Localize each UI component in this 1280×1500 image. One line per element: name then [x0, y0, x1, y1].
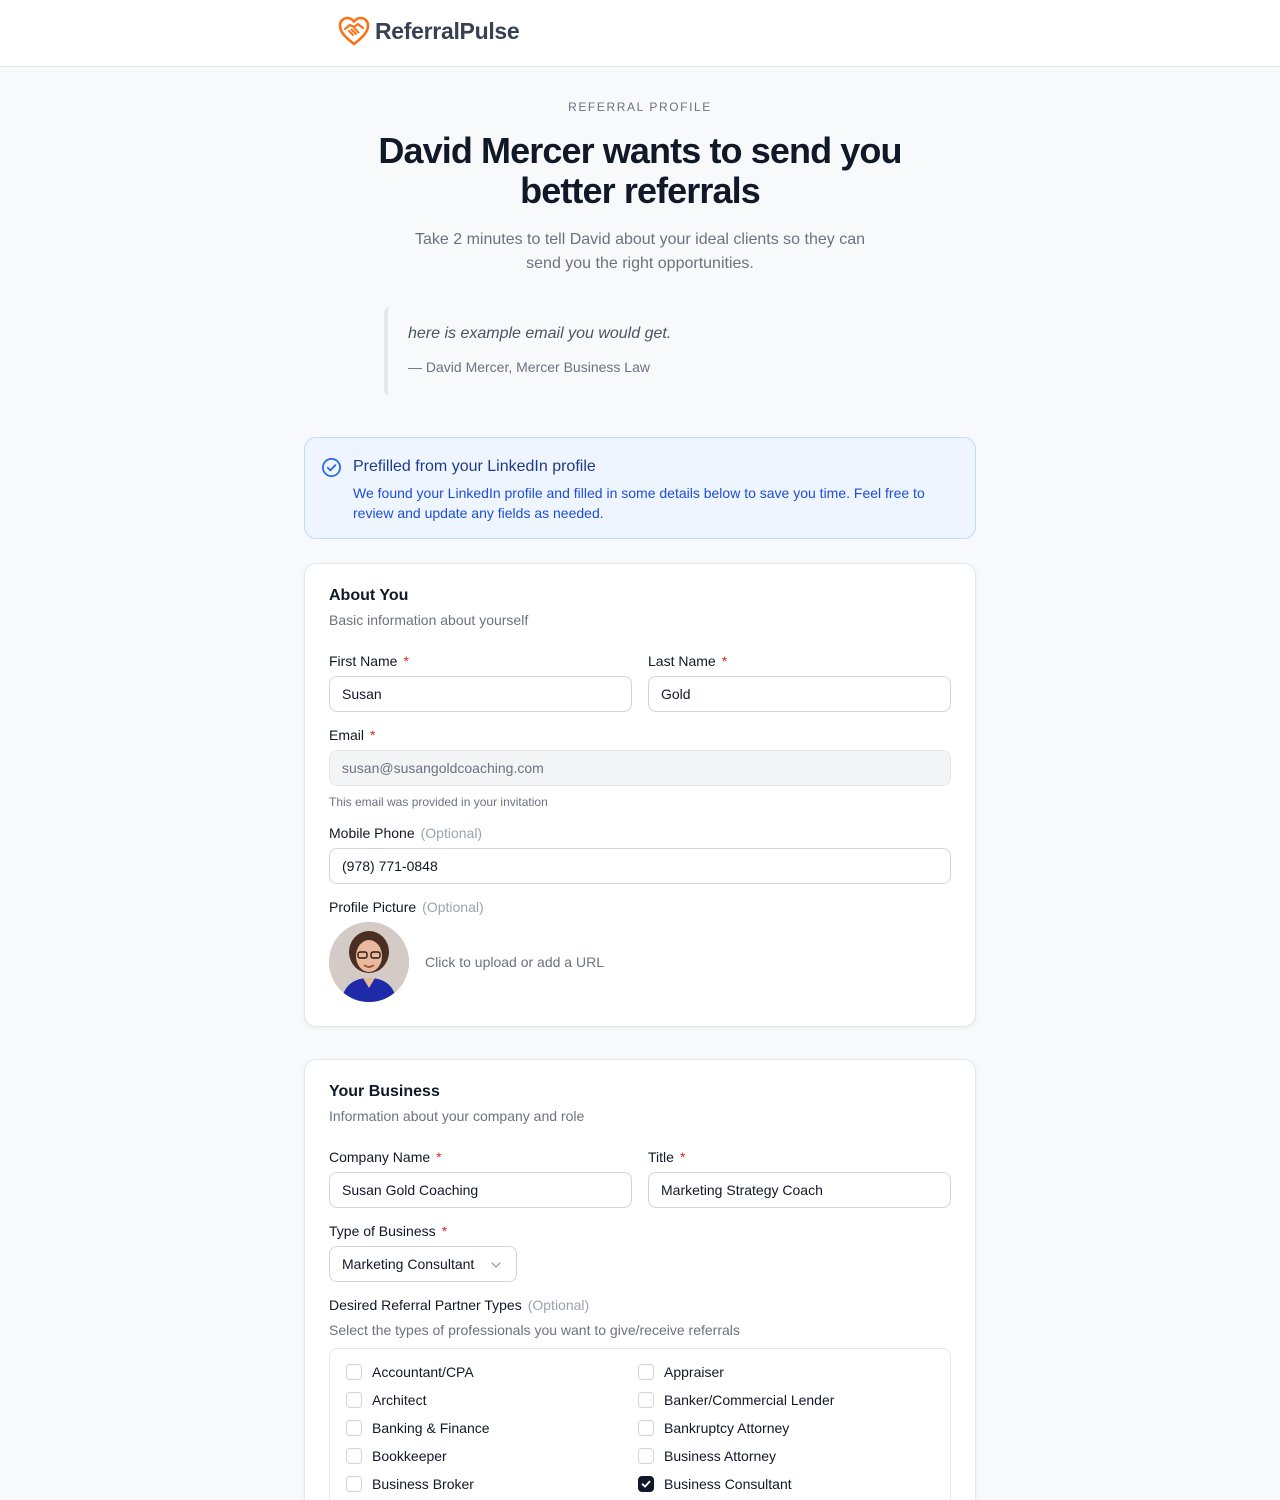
email-field: susan@susangoldcoaching.com — [329, 750, 951, 786]
last-name-label: Last Name * — [648, 653, 727, 669]
email-label-text: Email — [329, 727, 365, 743]
mobile-phone-label-text: Mobile Phone — [329, 825, 415, 841]
linkedin-prefill-notice: Prefilled from your LinkedIn profile We … — [304, 437, 976, 539]
app-name: ReferralPulse — [375, 17, 520, 44]
checkbox[interactable] — [638, 1420, 654, 1436]
company-name-input[interactable]: Susan Gold Coaching — [329, 1172, 632, 1208]
partner-type-option[interactable]: Bankruptcy Attorney — [638, 1420, 789, 1436]
partner-type-label: Banking & Finance — [372, 1420, 490, 1436]
title-input[interactable]: Marketing Strategy Coach — [648, 1172, 951, 1208]
avatar-image — [329, 922, 409, 1002]
about-card-title: About You — [329, 587, 409, 604]
business-type-label-text: Type of Business — [329, 1223, 436, 1239]
business-card-subtitle: Information about your company and role — [329, 1108, 585, 1124]
partner-types-help: Select the types of professionals you wa… — [329, 1322, 740, 1338]
partner-types-label: Desired Referral Partner Types (Optional) — [329, 1297, 589, 1313]
partner-type-label: Bankruptcy Attorney — [664, 1420, 790, 1436]
email-label: Email * — [329, 727, 375, 743]
partner-type-option[interactable]: Business Consultant — [638, 1476, 792, 1492]
optional-marker: (Optional) — [422, 899, 484, 915]
checkbox[interactable] — [638, 1392, 654, 1408]
profile-picture-label: Profile Picture (Optional) — [329, 899, 484, 915]
partner-type-option[interactable]: Banking & Finance — [346, 1420, 490, 1436]
chevron-down-icon — [491, 1262, 501, 1268]
app-logo[interactable]: ReferralPulse — [337, 14, 520, 48]
partner-type-label: Accountant/CPA — [372, 1364, 474, 1380]
partner-type-option[interactable]: Bookkeeper — [346, 1448, 447, 1464]
partner-type-option[interactable]: Business Broker — [346, 1476, 474, 1492]
checkbox[interactable] — [346, 1364, 362, 1380]
partner-type-option[interactable]: Banker/Commercial Lender — [638, 1392, 834, 1408]
checkbox[interactable] — [346, 1392, 362, 1408]
checkbox-checked[interactable] — [638, 1476, 654, 1492]
partner-type-label: Banker/Commercial Lender — [664, 1392, 835, 1408]
required-marker: * — [441, 1223, 448, 1239]
notice-title: Prefilled from your LinkedIn profile — [353, 458, 596, 475]
required-marker: * — [403, 653, 409, 669]
first-name-input[interactable]: Susan — [329, 676, 632, 712]
sender-quote: here is example email you would get. — D… — [384, 307, 896, 396]
partner-type-label: Bookkeeper — [372, 1448, 447, 1464]
page-title: David Mercer wants to send you better re… — [378, 130, 902, 211]
required-marker: * — [721, 653, 728, 669]
business-card-title: Your Business — [329, 1083, 440, 1100]
top-bar: ReferralPulse — [0, 0, 1280, 67]
checkbox[interactable] — [346, 1476, 362, 1492]
first-name-label: First Name * — [329, 653, 409, 669]
partner-type-label: Business Broker — [372, 1476, 474, 1492]
business-type-value: Marketing Consultant — [342, 1256, 475, 1272]
partner-type-label: Business Consultant — [664, 1476, 792, 1492]
last-name-label-text: Last Name — [648, 653, 716, 669]
required-marker: * — [679, 1149, 686, 1165]
business-type-select[interactable]: Marketing Consultant — [329, 1246, 517, 1282]
partner-types-list: Accountant/CPA Appraiser Architect Banker/C… — [329, 1348, 951, 1500]
required-marker: * — [436, 1149, 442, 1165]
email-help-text: This email was provided in your invitati… — [329, 795, 548, 809]
check-icon — [641, 1480, 651, 1488]
partner-type-option[interactable]: Appraiser — [638, 1364, 724, 1380]
profile-picture-avatar[interactable] — [329, 922, 409, 1002]
page-subtitle: Take 2 minutes to tell David about your … — [414, 231, 866, 272]
title-label-text: Title — [648, 1149, 674, 1165]
quote-author: — David Mercer, Mercer Business Law — [408, 359, 650, 375]
company-name-label-text: Company Name — [329, 1149, 431, 1165]
notice-body: We found your LinkedIn profile and fille… — [353, 485, 925, 521]
check-circle-icon — [322, 458, 341, 477]
checkbox[interactable] — [638, 1364, 654, 1380]
last-name-input[interactable]: Gold — [648, 676, 951, 712]
about-card-subtitle: Basic information about yourself — [329, 612, 529, 628]
handshake-heart-icon — [338, 16, 370, 46]
optional-marker: (Optional) — [420, 825, 483, 841]
profile-picture-label-text: Profile Picture — [329, 899, 417, 915]
partner-type-option[interactable]: Business Attorney — [638, 1448, 776, 1464]
partner-types-label-text: Desired Referral Partner Types — [329, 1297, 522, 1313]
checkbox[interactable] — [346, 1420, 362, 1436]
optional-marker: (Optional) — [527, 1297, 590, 1313]
title-label: Title * — [648, 1149, 685, 1165]
partner-type-label: Business Attorney — [664, 1448, 777, 1464]
partner-type-label: Appraiser — [664, 1364, 724, 1380]
mobile-phone-input[interactable]: (978) 771-0848 — [329, 848, 951, 884]
company-name-label: Company Name * — [329, 1149, 442, 1165]
mobile-phone-label: Mobile Phone (Optional) — [329, 825, 482, 841]
page-eyebrow: REFERRAL PROFILE — [568, 100, 712, 114]
required-marker: * — [370, 727, 376, 743]
about-you-card: About You Basic information about yourse… — [304, 563, 976, 1027]
checkbox[interactable] — [346, 1448, 362, 1464]
partner-type-option[interactable]: Architect — [346, 1392, 426, 1408]
checkbox[interactable] — [638, 1448, 654, 1464]
your-business-card: Your Business Information about your com… — [304, 1059, 976, 1500]
upload-picture-link[interactable]: Click to upload or add a URL — [425, 954, 604, 970]
quote-text: here is example email you would get. — [408, 325, 672, 342]
partner-type-option[interactable]: Accountant/CPA — [346, 1364, 474, 1380]
partner-type-label: Architect — [372, 1392, 427, 1408]
first-name-label-text: First Name — [329, 653, 398, 669]
business-type-label: Type of Business * — [329, 1223, 447, 1239]
